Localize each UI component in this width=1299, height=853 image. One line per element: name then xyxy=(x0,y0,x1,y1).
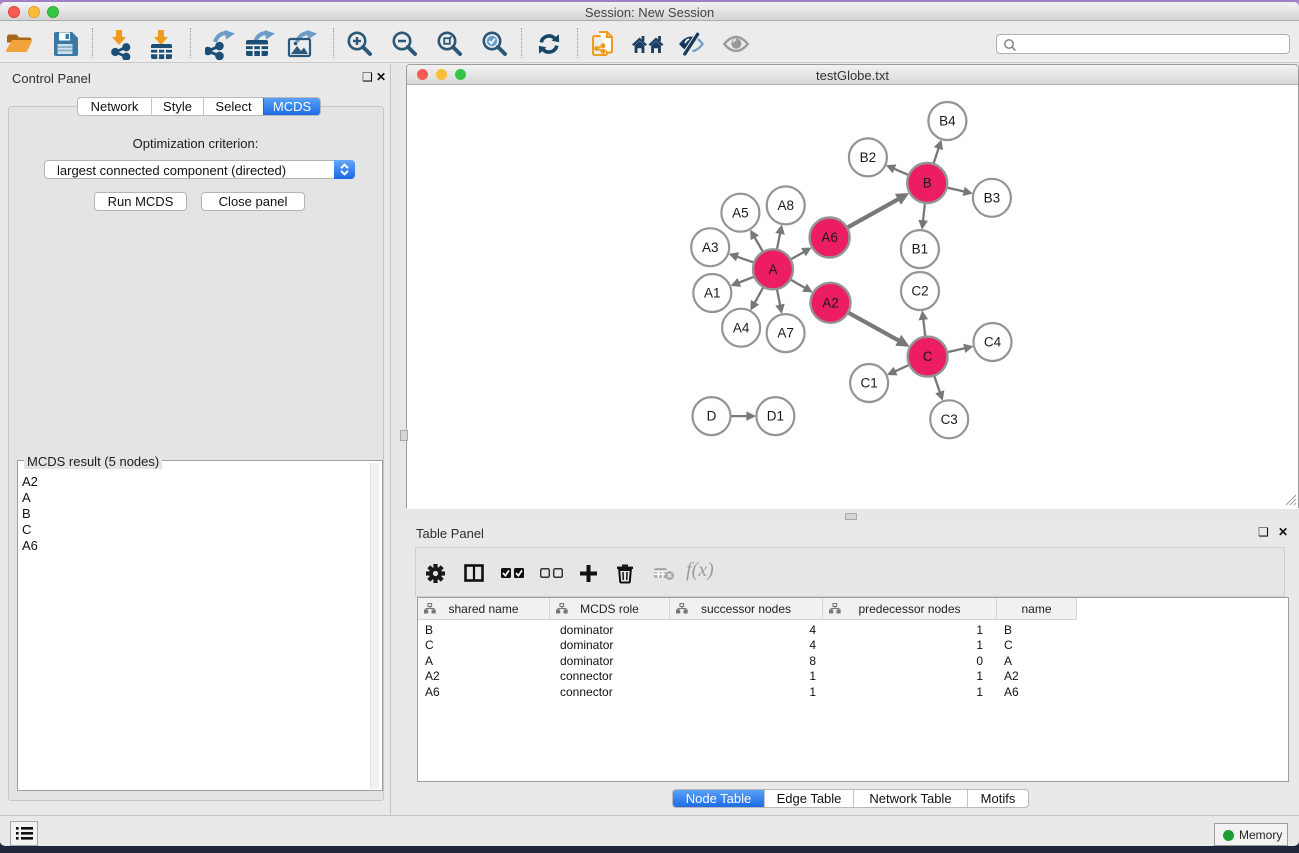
svg-text:A: A xyxy=(768,262,777,277)
svg-text:B: B xyxy=(923,176,932,191)
svg-text:C3: C3 xyxy=(941,412,958,427)
svg-text:A1: A1 xyxy=(704,286,721,301)
svg-text:A8: A8 xyxy=(777,198,794,213)
svg-text:C4: C4 xyxy=(984,335,1002,350)
svg-text:C: C xyxy=(923,349,933,364)
svg-text:C1: C1 xyxy=(860,376,877,391)
svg-text:A7: A7 xyxy=(777,326,794,341)
svg-text:A2: A2 xyxy=(822,295,839,310)
svg-text:C2: C2 xyxy=(911,284,928,299)
svg-text:A4: A4 xyxy=(733,320,750,335)
svg-text:B2: B2 xyxy=(860,150,877,165)
svg-text:A6: A6 xyxy=(821,230,838,245)
svg-text:A3: A3 xyxy=(702,240,719,255)
svg-text:A5: A5 xyxy=(732,205,749,220)
svg-text:D: D xyxy=(707,409,717,424)
svg-text:B4: B4 xyxy=(939,114,956,129)
svg-text:B1: B1 xyxy=(912,242,929,257)
svg-text:D1: D1 xyxy=(767,409,784,424)
svg-text:B3: B3 xyxy=(984,190,1001,205)
